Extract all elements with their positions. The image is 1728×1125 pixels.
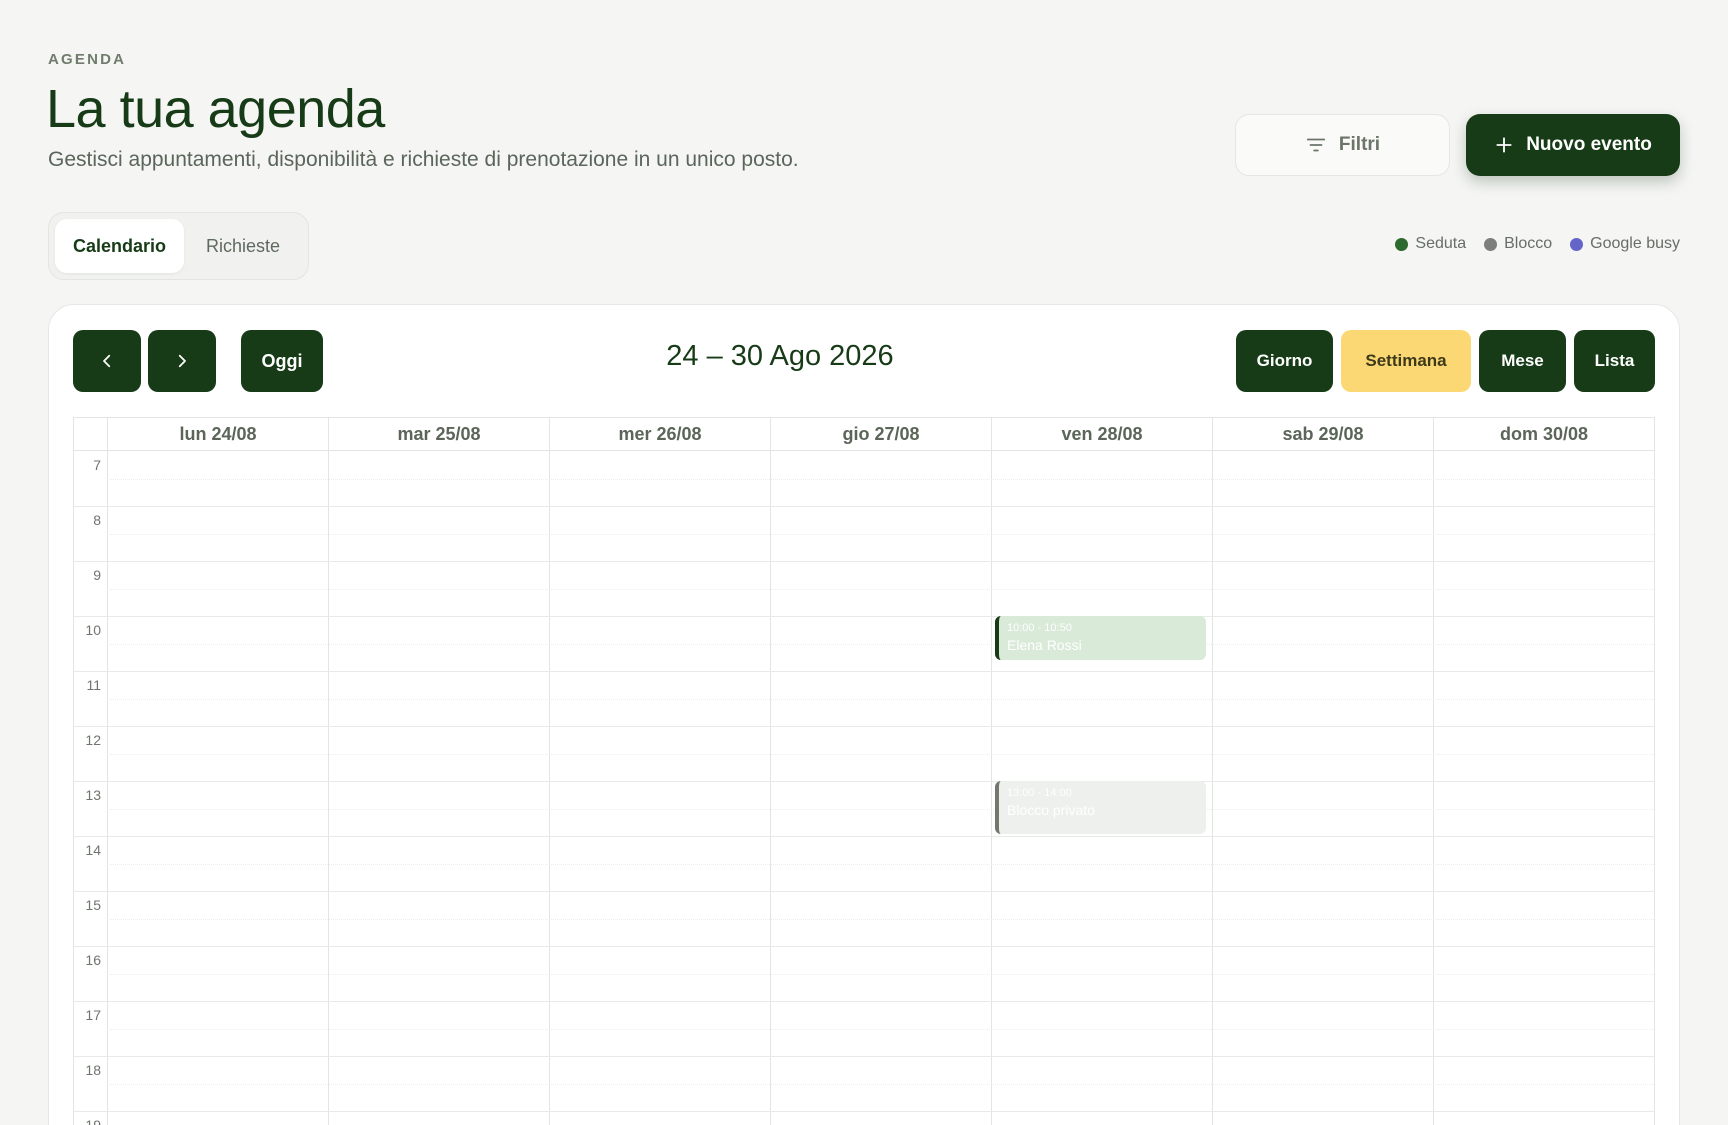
new-event-button[interactable]: Nuovo evento bbox=[1466, 114, 1680, 176]
page-subtitle: Gestisci appuntamenti, disponibilità e r… bbox=[48, 148, 799, 171]
page-title: La tua agenda bbox=[46, 79, 385, 139]
date-range-title: 24 – 30 Ago 2026 bbox=[666, 340, 894, 372]
day-header-row: lun 24/08 mar 25/08 mer 26/08 gio 27/08 ven … bbox=[74, 418, 1654, 451]
filter-button[interactable]: Filtri bbox=[1235, 114, 1450, 176]
day-column-divider bbox=[549, 418, 550, 1125]
legend-label: Google busy bbox=[1590, 235, 1680, 252]
hour-gridline bbox=[74, 1001, 1654, 1002]
day-header: gio 27/08 bbox=[770, 418, 991, 451]
hour-gridline bbox=[74, 616, 1654, 617]
hour-label: 15 bbox=[85, 897, 101, 913]
chevron-right-icon bbox=[178, 354, 186, 368]
block-event[interactable]: 13:00 - 14:00 Blocco privato bbox=[995, 781, 1206, 834]
day-header: dom 30/08 bbox=[1433, 418, 1654, 451]
day-header: mer 26/08 bbox=[549, 418, 770, 451]
time-column: 7 8 9 10 11 12 13 14 15 16 17 18 19 bbox=[74, 451, 107, 1125]
new-event-button-label: Nuovo evento bbox=[1526, 134, 1652, 155]
event-title: Blocco privato bbox=[1007, 802, 1095, 818]
hour-gridline bbox=[74, 671, 1654, 672]
hour-label: 16 bbox=[85, 952, 101, 968]
day-header: sab 29/08 bbox=[1212, 418, 1433, 451]
week-grid[interactable]: lun 24/08 mar 25/08 mer 26/08 gio 27/08 ven … bbox=[73, 417, 1655, 1125]
legend-dot-icon bbox=[1570, 237, 1584, 251]
tab-richieste[interactable]: Richieste bbox=[188, 219, 298, 273]
view-settimana-button[interactable]: Settimana bbox=[1341, 330, 1471, 392]
day-header: ven 28/08 bbox=[991, 418, 1212, 451]
legend-dot-icon bbox=[1484, 237, 1498, 251]
hour-gridline bbox=[74, 506, 1654, 507]
hour-label: 7 bbox=[93, 457, 101, 473]
view-lista-button[interactable]: Lista bbox=[1574, 330, 1655, 392]
day-header: lun 24/08 bbox=[107, 418, 328, 451]
half-hour-gridline bbox=[107, 533, 1654, 535]
day-header: mar 25/08 bbox=[328, 418, 549, 451]
legend-item-blocco: Blocco bbox=[1484, 235, 1552, 253]
day-column-divider bbox=[1212, 418, 1213, 1125]
session-event[interactable]: 10:00 - 10:50 Elena Rossi bbox=[995, 616, 1206, 660]
hour-label: 12 bbox=[85, 732, 101, 748]
view-mese-button[interactable]: Mese bbox=[1479, 330, 1566, 392]
event-time: 10:00 - 10:50 bbox=[1007, 622, 1072, 634]
hour-gridline bbox=[74, 836, 1654, 837]
half-hour-gridline bbox=[107, 863, 1654, 865]
day-column-divider bbox=[1433, 418, 1434, 1125]
hour-label: 10 bbox=[85, 622, 101, 638]
hour-label: 19 bbox=[85, 1117, 101, 1125]
next-week-button[interactable] bbox=[148, 330, 216, 392]
page-eyebrow: AGENDA bbox=[48, 51, 127, 68]
day-column-divider bbox=[770, 418, 771, 1125]
hour-gridline bbox=[74, 1111, 1654, 1112]
half-hour-gridline bbox=[107, 643, 1654, 645]
half-hour-gridline bbox=[107, 918, 1654, 920]
legend-label: Seduta bbox=[1415, 235, 1467, 252]
chevron-left-icon bbox=[103, 354, 111, 368]
legend-dot-icon bbox=[1395, 237, 1409, 251]
hour-gridline bbox=[74, 726, 1654, 727]
today-button[interactable]: Oggi bbox=[241, 330, 323, 392]
view-giorno-button[interactable]: Giorno bbox=[1236, 330, 1333, 392]
half-hour-gridline bbox=[107, 973, 1654, 975]
view-tabs: Calendario Richieste bbox=[48, 212, 309, 280]
hour-label: 11 bbox=[86, 677, 101, 693]
hour-label: 9 bbox=[93, 567, 101, 583]
event-title: Elena Rossi bbox=[1007, 637, 1082, 653]
agenda-page: AGENDA La tua agenda Gestisci appuntamen… bbox=[0, 0, 1728, 1125]
filter-icon bbox=[1306, 138, 1326, 152]
hour-gridline bbox=[74, 781, 1654, 782]
half-hour-gridline bbox=[107, 698, 1654, 700]
hour-label: 14 bbox=[85, 842, 101, 858]
filter-button-label: Filtri bbox=[1338, 134, 1381, 155]
hour-label: 13 bbox=[85, 787, 101, 803]
hour-gridline bbox=[74, 561, 1654, 562]
half-hour-gridline bbox=[107, 808, 1654, 810]
half-hour-gridline bbox=[107, 753, 1654, 755]
hour-gridline bbox=[74, 946, 1654, 947]
day-column-divider bbox=[991, 418, 992, 1125]
hour-gridline bbox=[74, 1056, 1654, 1057]
event-time: 13:00 - 14:00 bbox=[1007, 787, 1072, 799]
legend-item-seduta: Seduta bbox=[1395, 235, 1466, 253]
hour-label: 8 bbox=[93, 512, 101, 528]
tab-calendario[interactable]: Calendario bbox=[55, 219, 185, 273]
plus-icon bbox=[1496, 137, 1512, 153]
half-hour-gridline bbox=[107, 478, 1654, 480]
half-hour-gridline bbox=[107, 1028, 1654, 1030]
half-hour-gridline bbox=[107, 588, 1654, 590]
event-legend: Seduta Blocco Google busy bbox=[1395, 235, 1680, 253]
legend-item-google-busy: Google busy bbox=[1570, 235, 1680, 253]
day-column-divider bbox=[107, 418, 108, 1125]
prev-week-button[interactable] bbox=[73, 330, 141, 392]
hour-label: 17 bbox=[85, 1007, 101, 1023]
legend-label: Blocco bbox=[1504, 235, 1553, 252]
hour-gridline bbox=[74, 891, 1654, 892]
hour-label: 18 bbox=[85, 1062, 101, 1078]
day-column-divider bbox=[328, 418, 329, 1125]
half-hour-gridline bbox=[107, 1083, 1654, 1085]
